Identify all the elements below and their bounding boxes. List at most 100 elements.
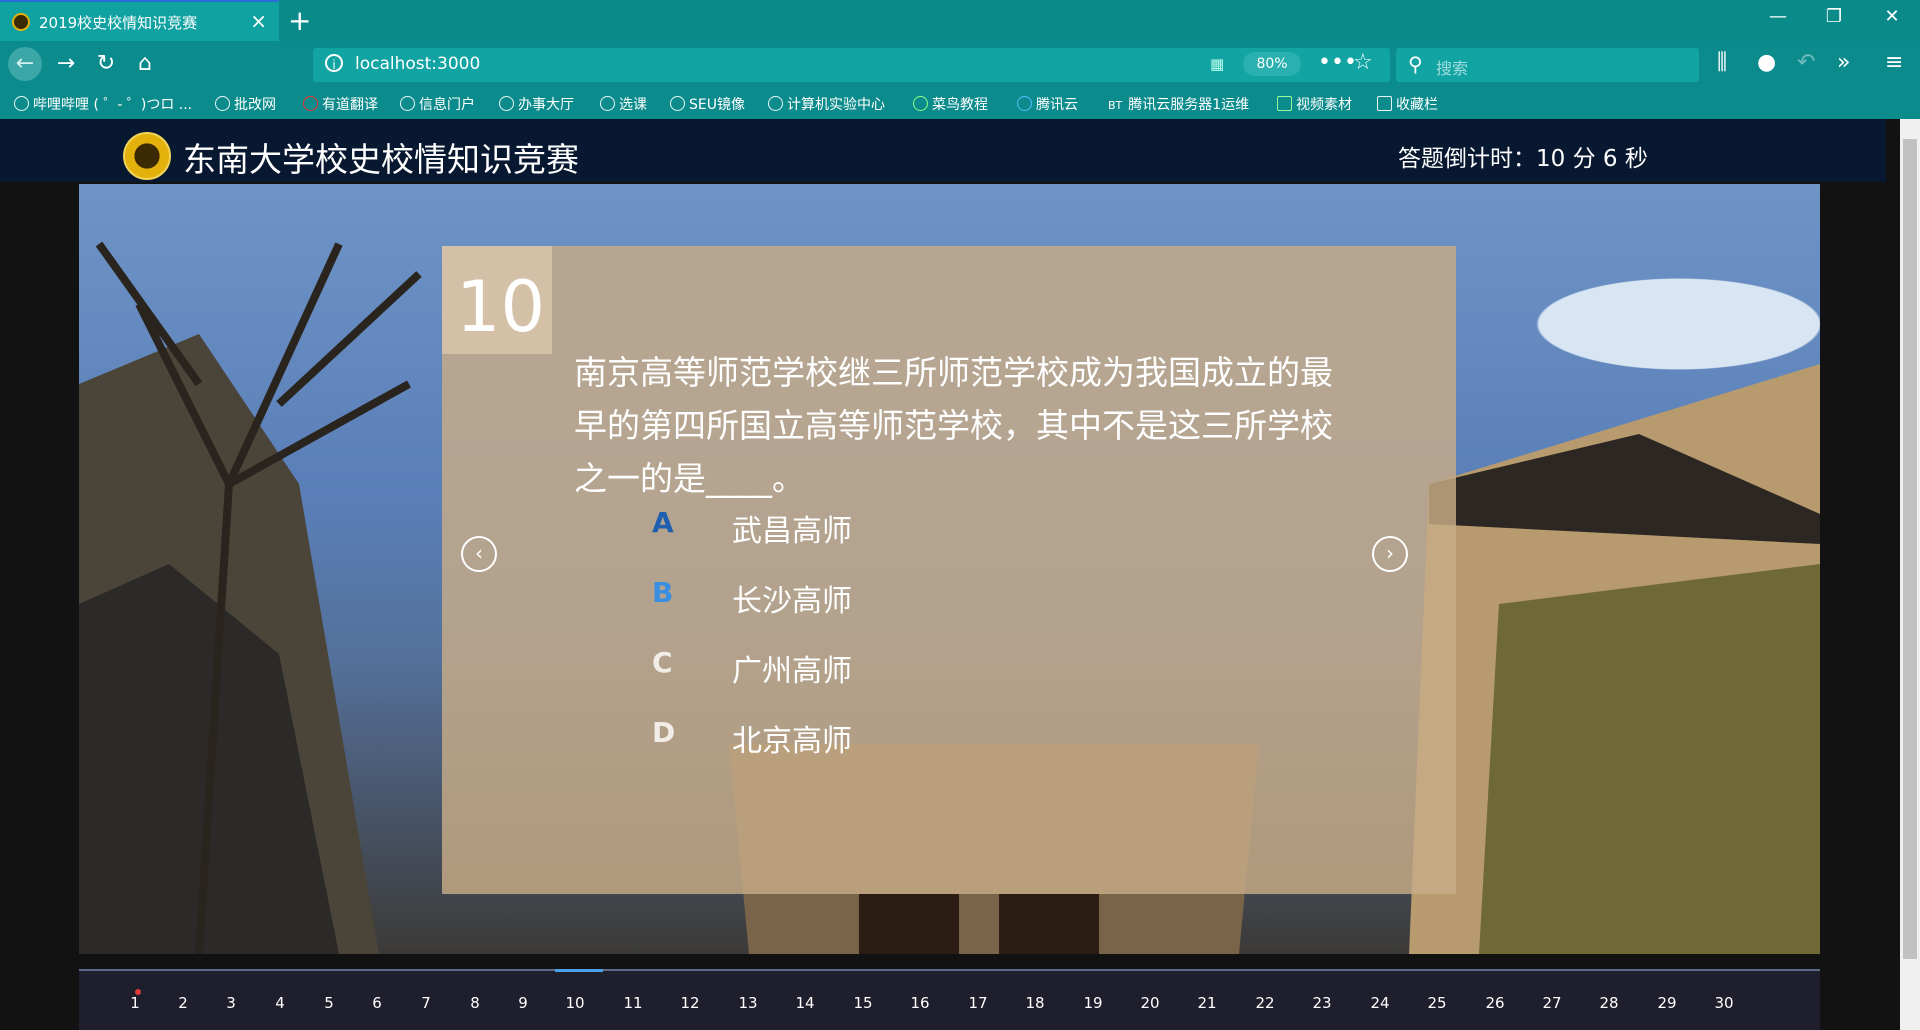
- question-nav-item[interactable]: 27: [1532, 994, 1572, 1012]
- youdao-icon: [303, 96, 318, 111]
- question-navigator: 1 2 3 4 5 6 7 8 9 10 11 12 13 14 15 16 17 18 19 20 21 22 23 24 2…: [79, 969, 1820, 1030]
- bookmark-youdao[interactable]: 有道翻译: [303, 94, 378, 114]
- bookmark-favorites[interactable]: 收藏栏: [1377, 94, 1438, 114]
- question-number: 10: [456, 266, 546, 348]
- search-icon: ⚲: [1408, 52, 1423, 76]
- question-nav-item[interactable]: 3: [211, 994, 251, 1012]
- qr-code-icon[interactable]: ▦: [1210, 55, 1228, 73]
- tab-title: 2019校史校情知识竞赛: [39, 14, 198, 32]
- question-nav-item[interactable]: 20: [1130, 994, 1170, 1012]
- question-nav-item[interactable]: 7: [406, 994, 446, 1012]
- question-nav-item[interactable]: 25: [1417, 994, 1457, 1012]
- account-icon[interactable]: ●: [1757, 50, 1776, 75]
- seu-favicon-icon: [12, 13, 30, 31]
- question-nav-item[interactable]: 15: [843, 994, 883, 1012]
- bookmark-cs-lab[interactable]: 计算机实验中心: [768, 94, 885, 114]
- question-nav-item[interactable]: 24: [1360, 994, 1400, 1012]
- question-nav-item[interactable]: 10: [555, 969, 603, 1012]
- url-text[interactable]: localhost:3000: [355, 54, 480, 74]
- bookmarks-bar: 哔哩哔哩 ( ゜- ゜)つロ ... 批改网 有道翻译 信息门户 办事大厅 选课…: [0, 88, 1920, 119]
- question-nav-item[interactable]: 22: [1245, 994, 1285, 1012]
- restore-icon[interactable]: ❐: [1814, 6, 1854, 27]
- countdown-timer: 答题倒计时：10 分 6 秒: [1398, 146, 1648, 172]
- question-nav-item[interactable]: 11: [613, 994, 653, 1012]
- question-nav-item[interactable]: 17: [958, 994, 998, 1012]
- forward-button[interactable]: →: [52, 50, 80, 78]
- zoom-level[interactable]: 80%: [1243, 52, 1301, 76]
- vertical-scrollbar[interactable]: [1900, 119, 1920, 1030]
- question-nav-item[interactable]: 8: [455, 994, 495, 1012]
- question-nav-item[interactable]: 18: [1015, 994, 1055, 1012]
- option-a-letter: A: [652, 506, 674, 539]
- option-b-text: 长沙高师: [732, 584, 852, 619]
- question-nav-item[interactable]: 1: [115, 989, 155, 1012]
- tab-bar: 2019校史校情知识竞赛 × + — ❐ ✕: [0, 0, 1920, 41]
- question-nav-item[interactable]: 12: [670, 994, 710, 1012]
- bookmark-bilibili[interactable]: 哔哩哔哩 ( ゜- ゜)つロ ...: [14, 94, 192, 114]
- bookmark-seu-mirror[interactable]: SEU镜像: [670, 94, 745, 114]
- bookmark-course-select[interactable]: 选课: [600, 94, 647, 114]
- question-number-box: 10: [442, 246, 552, 354]
- search-placeholder: 搜索: [1436, 59, 1469, 78]
- minimize-icon[interactable]: —: [1758, 6, 1798, 27]
- option-c-letter: C: [652, 646, 673, 679]
- next-question-button[interactable]: ›: [1372, 536, 1408, 572]
- globe-icon: [499, 96, 514, 111]
- new-tab-button[interactable]: +: [288, 4, 311, 37]
- question-nav-item[interactable]: 5: [309, 994, 349, 1012]
- question-nav-item[interactable]: 4: [260, 994, 300, 1012]
- option-d-letter: D: [652, 716, 676, 749]
- option-c-text: 广州高师: [732, 654, 852, 689]
- question-nav-item[interactable]: 9: [503, 994, 543, 1012]
- library-icon[interactable]: ⫼: [1717, 50, 1727, 75]
- undo-icon[interactable]: ↶: [1797, 50, 1815, 75]
- site-header: 东南大学校史校情知识竞赛 答题倒计时：10 分 6 秒: [0, 119, 1886, 182]
- question-card: 10 南京高等师范学校继三所师范学校成为我国成立的最早的第四所国立高等师范学校，…: [442, 246, 1456, 894]
- page-actions-icon[interactable]: •••: [1318, 50, 1357, 75]
- site-title: 东南大学校史校情知识竞赛: [183, 140, 579, 179]
- folder-icon: [1377, 96, 1392, 111]
- address-bar[interactable]: i localhost:3000 ▦ 80% ••• ☆: [313, 48, 1390, 82]
- overflow-icon[interactable]: »: [1837, 50, 1850, 75]
- menu-icon[interactable]: ≡: [1885, 50, 1903, 75]
- search-bar[interactable]: ⚲ 搜索: [1396, 48, 1699, 82]
- bookmark-runoob[interactable]: 菜鸟教程: [913, 94, 988, 114]
- home-button[interactable]: ⌂: [131, 50, 159, 78]
- bookmark-tencent-cloud[interactable]: 腾讯云: [1017, 94, 1078, 114]
- question-nav-item[interactable]: 26: [1475, 994, 1515, 1012]
- site-info-icon[interactable]: i: [325, 54, 343, 72]
- question-nav-item[interactable]: 28: [1589, 994, 1629, 1012]
- globe-icon: [768, 96, 783, 111]
- tencent-cloud-icon: [1017, 96, 1032, 111]
- close-window-icon[interactable]: ✕: [1872, 6, 1912, 27]
- bookmark-video-assets[interactable]: 视频素材: [1277, 94, 1352, 114]
- bookmark-tencent-server[interactable]: BT 腾讯云服务器1运维: [1108, 94, 1249, 114]
- seu-logo-icon: [123, 132, 171, 180]
- question-nav-item[interactable]: 23: [1302, 994, 1342, 1012]
- prev-question-button[interactable]: ‹: [461, 536, 497, 572]
- bookmark-star-icon[interactable]: ☆: [1353, 50, 1373, 75]
- question-nav-item[interactable]: 30: [1704, 994, 1744, 1012]
- question-nav-item[interactable]: 29: [1647, 994, 1687, 1012]
- question-nav-item[interactable]: 19: [1073, 994, 1113, 1012]
- bookmark-service-hall[interactable]: 办事大厅: [499, 94, 574, 114]
- question-nav-item[interactable]: 6: [357, 994, 397, 1012]
- bilibili-icon: [14, 96, 29, 111]
- question-nav-item[interactable]: 2: [163, 994, 203, 1012]
- option-a-text: 武昌高师: [732, 514, 852, 549]
- quiz-stage: 10 南京高等师范学校继三所师范学校成为我国成立的最早的第四所国立高等师范学校，…: [79, 184, 1820, 954]
- question-nav-item[interactable]: 21: [1187, 994, 1227, 1012]
- option-b-letter: B: [652, 576, 674, 609]
- reload-button[interactable]: ↻: [92, 50, 120, 78]
- browser-tab[interactable]: 2019校史校情知识竞赛 ×: [0, 0, 279, 41]
- globe-icon: [400, 96, 415, 111]
- question-nav-item[interactable]: 14: [785, 994, 825, 1012]
- question-nav-item[interactable]: 16: [900, 994, 940, 1012]
- bookmark-portal[interactable]: 信息门户: [400, 94, 475, 114]
- back-button[interactable]: ←: [8, 47, 42, 81]
- bookmark-pigai[interactable]: 批改网: [215, 94, 276, 114]
- option-d-text: 北京高师: [732, 724, 852, 759]
- question-nav-item[interactable]: 13: [728, 994, 768, 1012]
- close-tab-icon[interactable]: ×: [250, 9, 267, 33]
- scrollbar-thumb[interactable]: [1903, 139, 1917, 959]
